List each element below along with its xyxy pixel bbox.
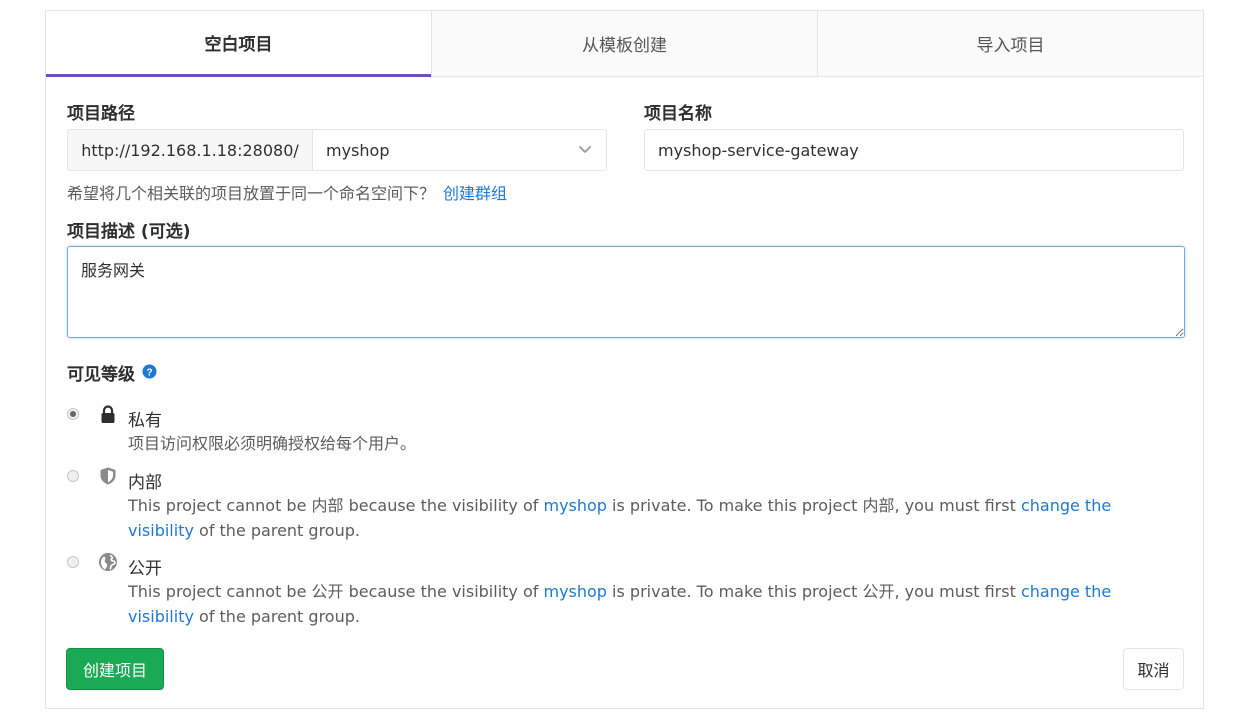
namespace-select[interactable]: myshop bbox=[312, 129, 607, 171]
svg-text:?: ? bbox=[146, 367, 152, 378]
internal-desc-text-3: of the parent group. bbox=[193, 521, 360, 540]
internal-desc-text-2: is private. To make this project 内部, you… bbox=[606, 496, 1021, 515]
project-path-label: 项目路径 bbox=[67, 104, 135, 124]
namespace-hint: 希望将几个相关联的项目放置于同一个命名空间下？ 创建群组 bbox=[67, 180, 507, 204]
internal-desc-text: This project cannot be 内部 because the vi… bbox=[128, 496, 544, 515]
public-radio[interactable] bbox=[67, 556, 79, 568]
public-group-link[interactable]: myshop bbox=[543, 582, 606, 601]
globe-icon bbox=[99, 553, 117, 571]
tab-blank-project[interactable]: 空白项目 bbox=[46, 11, 431, 77]
shield-icon bbox=[100, 467, 116, 485]
chevron-down-icon bbox=[579, 146, 591, 153]
private-radio[interactable] bbox=[67, 408, 79, 420]
public-description: This project cannot be 公开 because the vi… bbox=[128, 579, 1168, 629]
namespace-hint-text: 希望将几个相关联的项目放置于同一个命名空间下？ bbox=[67, 184, 436, 203]
internal-title: 内部 bbox=[128, 473, 162, 493]
project-description-label: 项目描述 (可选) bbox=[67, 222, 191, 242]
url-prefix: http://192.168.1.18:28080/ bbox=[67, 129, 312, 171]
project-name-label: 项目名称 bbox=[644, 104, 712, 124]
public-desc-text-3: of the parent group. bbox=[193, 607, 360, 626]
public-desc-text-2: is private. To make this project 公开, you… bbox=[606, 582, 1021, 601]
internal-radio[interactable] bbox=[67, 470, 79, 482]
public-title: 公开 bbox=[128, 559, 162, 579]
public-desc-text: This project cannot be 公开 because the vi… bbox=[128, 582, 544, 601]
tab-import-project[interactable]: 导入项目 bbox=[817, 11, 1203, 76]
namespace-value: myshop bbox=[326, 140, 390, 160]
project-type-tabs: 空白项目 从模板创建 导入项目 bbox=[46, 11, 1203, 77]
visibility-level-label: 可见等级 bbox=[67, 365, 135, 385]
create-group-link[interactable]: 创建群组 bbox=[443, 184, 507, 203]
project-name-input[interactable] bbox=[644, 129, 1184, 171]
new-project-panel: 空白项目 从模板创建 导入项目 项目路径 项目名称 http://192.168… bbox=[45, 10, 1204, 709]
internal-description: This project cannot be 内部 because the vi… bbox=[128, 493, 1168, 543]
project-description-input[interactable]: 服务网关 bbox=[67, 246, 1185, 338]
question-circle-icon[interactable]: ? bbox=[142, 364, 157, 379]
internal-group-link[interactable]: myshop bbox=[543, 496, 606, 515]
create-project-button[interactable]: 创建项目 bbox=[66, 648, 164, 690]
lock-icon bbox=[101, 405, 115, 423]
private-title: 私有 bbox=[128, 411, 162, 431]
cancel-button[interactable]: 取消 bbox=[1123, 648, 1184, 690]
tab-create-from-template[interactable]: 从模板创建 bbox=[431, 11, 817, 76]
private-description: 项目访问权限必须明确授权给每个用户。 bbox=[128, 434, 417, 453]
